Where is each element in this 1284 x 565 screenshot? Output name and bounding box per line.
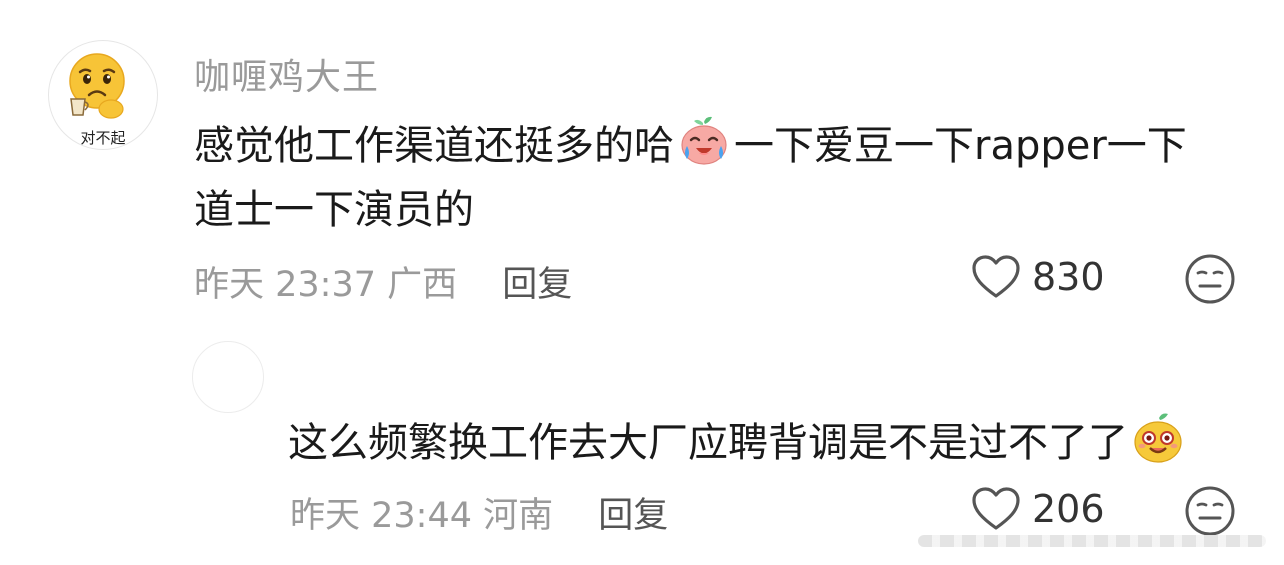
comment-reply-button[interactable]: 回复: [502, 265, 572, 305]
comment-text-part-1: 感觉他工作渠道还挺多的哈: [194, 123, 674, 169]
comment-line-2: 道士一下演员的: [194, 187, 474, 233]
avatar-caption: 对不起: [80, 129, 126, 147]
comment-thread: 对不起 咖喱鸡大王 感觉他工作渠道还挺多的哈 一下爱豆一下rapper一下 道士…: [0, 0, 1284, 565]
reply-text: 这么频繁换工作去大厂应聘背调是不是过不了了: [288, 420, 1128, 466]
reply-reply-button[interactable]: 回复: [598, 496, 668, 536]
commenter-username[interactable]: 咖喱鸡大王: [194, 48, 379, 100]
reply-avatar[interactable]: [192, 341, 264, 413]
reply-like-button[interactable]: 206: [970, 486, 1105, 532]
watermark-bar: [918, 535, 1266, 547]
comment-like-count: 830: [1032, 255, 1105, 299]
neutral-face-icon[interactable]: [1184, 485, 1236, 537]
reply-time: 昨天 23:44: [290, 496, 472, 536]
crying-laughing-peach-emoji-icon: [681, 116, 727, 165]
comment-text-part-2: 一下爱豆一下rapper一下: [734, 123, 1187, 169]
comment-meta: 昨天 23:37 广西 回复: [194, 256, 572, 307]
neutral-face-icon[interactable]: [1184, 253, 1236, 305]
comment-line-1: 感觉他工作渠道还挺多的哈 一下爱豆一下rapper一下: [194, 113, 1244, 178]
comment-time: 昨天 23:37: [194, 265, 376, 305]
reply-like-count: 206: [1032, 487, 1105, 531]
reply-location: 河南: [483, 496, 554, 536]
comment-body: 感觉他工作渠道还挺多的哈 一下爱豆一下rapper一下 道士一下演员的: [194, 113, 1244, 242]
comment-like-button[interactable]: 830: [970, 254, 1105, 300]
commenter-avatar[interactable]: 对不起: [48, 40, 158, 150]
reply-meta: 昨天 23:44 河南 回复: [290, 487, 668, 538]
heart-outline-icon: [972, 487, 1020, 530]
smug-yellow-sprout-emoji-icon: [1134, 413, 1182, 463]
comment-location: 广西: [387, 265, 458, 305]
heart-outline-icon: [972, 255, 1020, 298]
reply-body: 这么频繁换工作去大厂应聘背调是不是过不了了: [288, 410, 1188, 475]
